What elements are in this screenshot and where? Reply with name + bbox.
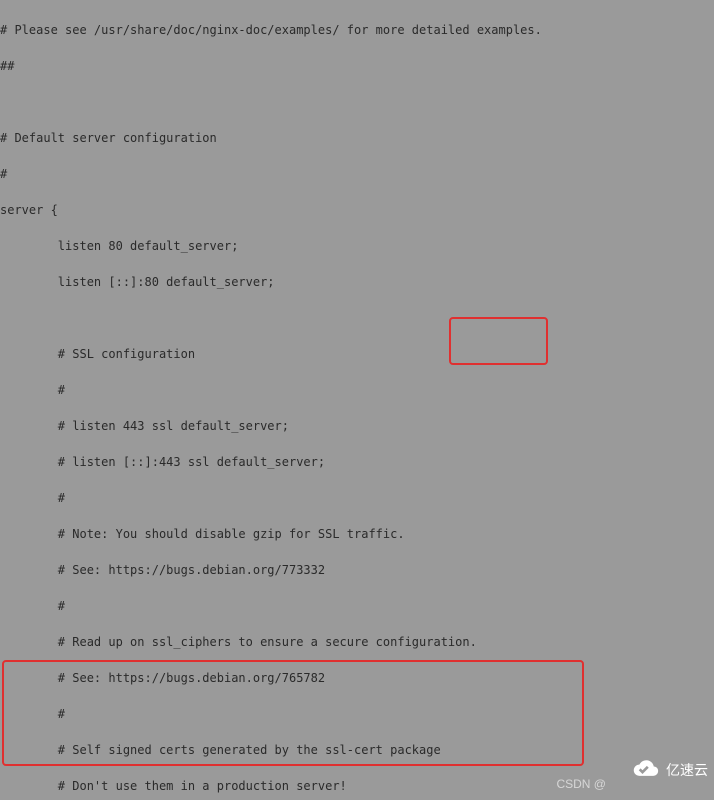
code-line: server { <box>0 204 714 216</box>
code-line: ## <box>0 60 714 72</box>
code-line: # <box>0 168 714 180</box>
code-line: # <box>0 492 714 504</box>
code-line: # listen [::]:443 ssl default_server; <box>0 456 714 468</box>
brand-watermark: 亿速云 <box>607 747 708 792</box>
code-line: # See: https://bugs.debian.org/773332 <box>0 564 714 576</box>
code-line: # Default server configuration <box>0 132 714 144</box>
code-line: # See: https://bugs.debian.org/765782 <box>0 672 714 684</box>
code-line: # Read up on ssl_ciphers to ensure a sec… <box>0 636 714 648</box>
code-line: # <box>0 384 714 396</box>
code-line: # listen 443 ssl default_server; <box>0 420 714 432</box>
code-line: # <box>0 600 714 612</box>
code-line: # Please see /usr/share/doc/nginx-doc/ex… <box>0 24 714 36</box>
csdn-watermark: CSDN @ <box>556 778 606 790</box>
cloud-icon <box>607 747 660 792</box>
code-line: listen [::]:80 default_server; <box>0 276 714 288</box>
code-line: # Note: You should disable gzip for SSL … <box>0 528 714 540</box>
code-line: listen 80 default_server; <box>0 240 714 252</box>
brand-text: 亿速云 <box>666 764 708 776</box>
code-editor-view: # Please see /usr/share/doc/nginx-doc/ex… <box>0 0 714 800</box>
code-line: # <box>0 708 714 720</box>
code-line: # SSL configuration <box>0 348 714 360</box>
code-line <box>0 312 714 324</box>
code-line <box>0 96 714 108</box>
